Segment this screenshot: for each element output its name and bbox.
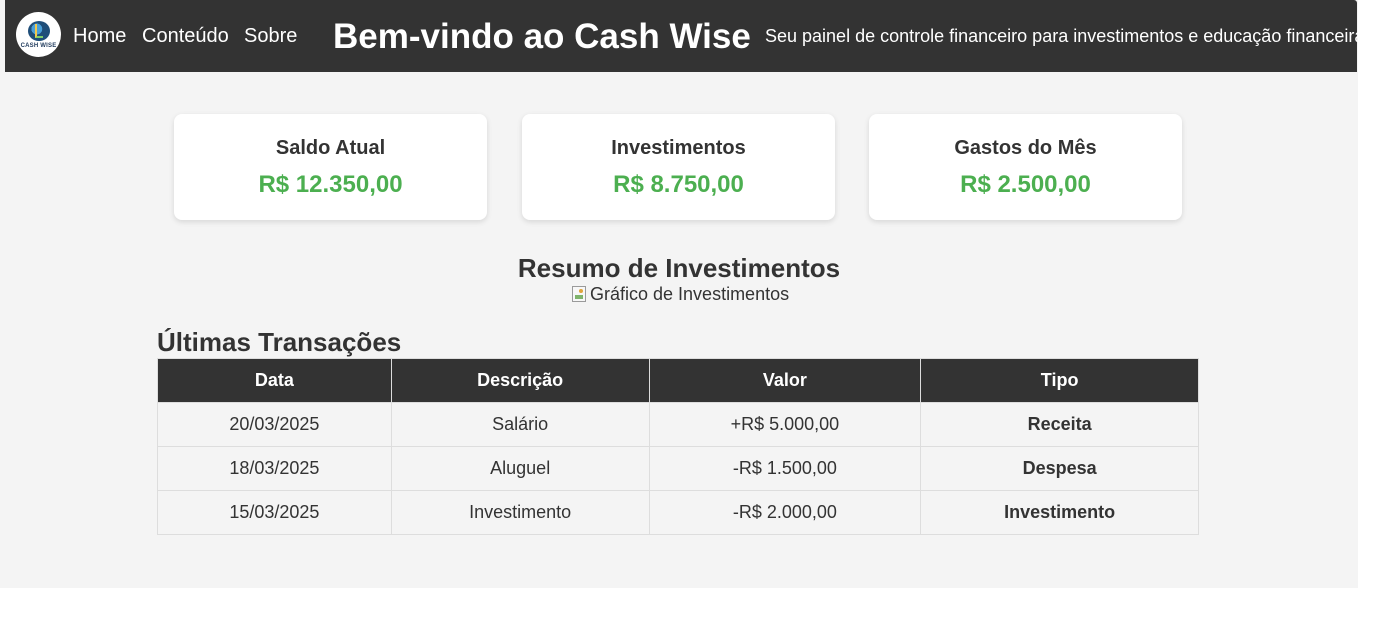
cell-description: Salário	[390, 402, 650, 447]
table-row: 20/03/2025 Salário +R$ 5.000,00 Receita	[157, 402, 1199, 447]
cell-value: -R$ 1.500,00	[648, 446, 922, 491]
card-title: Gastos do Mês	[954, 137, 1097, 159]
card-value: R$ 2.500,00	[960, 171, 1091, 198]
nav-link-home[interactable]: Home	[73, 24, 126, 48]
card-title: Investimentos	[611, 137, 746, 159]
window-edge	[1358, 0, 1392, 588]
nav-link-sobre[interactable]: Sobre	[244, 24, 297, 48]
page: CASH WISE Home Conteúdo Sobre Bem-vindo …	[0, 0, 1364, 588]
chart-alt-text: Gráfico de Investimentos	[590, 284, 790, 304]
cell-date: 18/03/2025	[157, 446, 392, 491]
card-gastos-do-mes: Gastos do Mês R$ 2.500,00	[869, 114, 1182, 220]
investments-summary-title: Resumo de Investimentos	[517, 253, 841, 283]
card-value: R$ 8.750,00	[613, 171, 744, 198]
cash-wise-logo[interactable]: CASH WISE	[16, 12, 61, 57]
transactions-title: Últimas Transações	[157, 327, 402, 357]
cell-description: Investimento	[390, 490, 650, 535]
table-header-row: Data Descrição Valor Tipo	[157, 358, 1199, 403]
site-title: Bem-vindo ao Cash Wise	[333, 17, 751, 56]
cell-date: 15/03/2025	[157, 490, 392, 535]
column-header-descricao: Descrição	[390, 358, 650, 403]
site-header: CASH WISE Home Conteúdo Sobre Bem-vindo …	[5, 0, 1364, 72]
cell-type: Receita	[920, 402, 1199, 447]
investments-chart-image: Gráfico de Investimentos	[572, 284, 789, 304]
cell-value: -R$ 2.000,00	[648, 490, 922, 535]
cell-type: Despesa	[920, 446, 1199, 491]
cell-date: 20/03/2025	[157, 402, 392, 447]
card-value: R$ 12.350,00	[258, 171, 403, 198]
table-row: 15/03/2025 Investimento -R$ 2.000,00 Inv…	[157, 490, 1199, 535]
card-investimentos: Investimentos R$ 8.750,00	[522, 114, 835, 220]
nav-link-conteudo[interactable]: Conteúdo	[142, 24, 229, 48]
logo-text: CASH WISE	[20, 42, 57, 49]
cell-value: +R$ 5.000,00	[648, 402, 922, 447]
card-saldo-atual: Saldo Atual R$ 12.350,00	[174, 114, 487, 220]
column-header-valor: Valor	[648, 358, 922, 403]
cell-description: Aluguel	[390, 446, 650, 491]
broken-image-icon	[572, 286, 586, 302]
column-header-tipo: Tipo	[920, 358, 1199, 403]
cell-type: Investimento	[920, 490, 1199, 535]
transactions-table: Data Descrição Valor Tipo 20/03/2025 Sal…	[157, 358, 1199, 535]
card-title: Saldo Atual	[275, 137, 386, 159]
site-subtitle: Seu painel de controle financeiro para i…	[765, 26, 1365, 46]
coin-chart-icon	[27, 20, 50, 41]
table-row: 18/03/2025 Aluguel -R$ 1.500,00 Despesa	[157, 446, 1199, 491]
column-header-data: Data	[157, 358, 392, 403]
